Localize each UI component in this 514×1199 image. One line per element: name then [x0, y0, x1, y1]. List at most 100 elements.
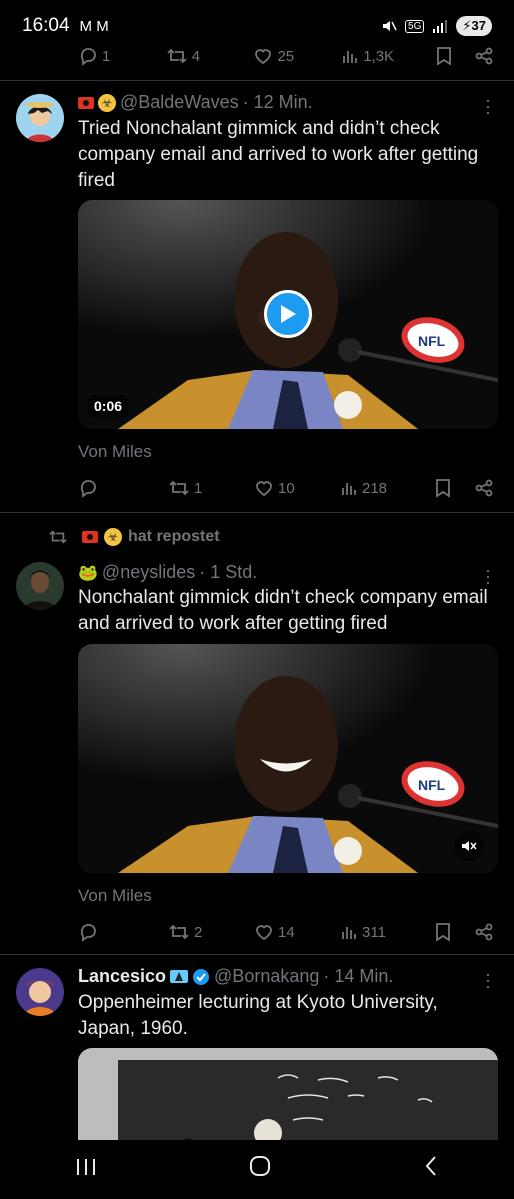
repost-count: 4: [191, 47, 201, 65]
back-icon: [425, 1156, 436, 1176]
repost-icon: [169, 480, 189, 496]
more-options-icon[interactable]: · · ·: [484, 91, 492, 121]
share-button[interactable]: [474, 478, 494, 498]
views-button[interactable]: 218: [340, 479, 434, 497]
mute-icon: [383, 21, 397, 31]
repost-button[interactable]: 4: [166, 46, 254, 66]
like-icon: [255, 49, 272, 65]
post-header: Lancesico @Bornakang · 14 Min.: [78, 966, 393, 987]
share-button[interactable]: [474, 46, 494, 66]
post-author-name[interactable]: Lancesico: [78, 966, 166, 987]
video-player[interactable]: NFL 0:06: [78, 200, 498, 429]
previous-post-actions: 1 4 25 1,3K: [78, 42, 494, 70]
media-source[interactable]: Von Miles: [78, 442, 152, 462]
battery-level: 37: [471, 18, 486, 33]
reply-icon: [80, 480, 96, 498]
like-button[interactable]: 10: [254, 478, 340, 498]
network-label: 5G: [405, 19, 425, 33]
views-icon: [342, 927, 356, 939]
albania-flag-icon: [82, 531, 98, 543]
views-button[interactable]: 311: [340, 923, 434, 941]
views-count: 311: [362, 923, 386, 941]
post-handle[interactable]: @Bornakang: [214, 966, 319, 987]
views-icon: [343, 51, 358, 63]
bookmark-button[interactable]: [434, 478, 464, 498]
share-button[interactable]: [474, 922, 494, 942]
verified-badge-icon: [193, 968, 210, 985]
post-text: Nonchalant gimmick didn’t check company …: [78, 587, 488, 634]
more-options-icon[interactable]: · · ·: [484, 965, 492, 995]
battery-indicator: ⚡37: [456, 16, 492, 36]
photo-thumbnail: [78, 1048, 498, 1148]
reply-button[interactable]: [78, 922, 168, 942]
recent-apps-button[interactable]: [75, 1156, 97, 1184]
reply-button[interactable]: [78, 478, 168, 498]
post-image[interactable]: [78, 1048, 498, 1148]
repost-icon: [167, 48, 187, 64]
divider: [0, 80, 514, 81]
like-count: 14: [278, 923, 295, 941]
muted-speaker-icon: [462, 841, 477, 851]
reply-button[interactable]: 1: [78, 46, 166, 66]
bookmark-icon: [436, 479, 450, 498]
reply-icon: [80, 48, 96, 66]
post-header: ☣ @BaldeWaves · 12 Min.: [78, 92, 313, 113]
like-button[interactable]: 14: [254, 922, 340, 942]
gmail-notification-icon: M M: [79, 17, 109, 35]
bookmark-button[interactable]: [434, 922, 464, 942]
like-count: 10: [278, 479, 295, 497]
avatar[interactable]: [16, 968, 64, 1016]
video-duration: 0:06: [88, 395, 129, 417]
share-icon: [475, 923, 493, 941]
home-icon: [249, 1156, 270, 1176]
share-icon: [475, 479, 493, 497]
repost-button[interactable]: 2: [168, 922, 254, 942]
repost-indicator: ☣ hat repostet: [48, 528, 220, 546]
like-button[interactable]: 25: [253, 46, 341, 66]
post-text: Oppenheimer lecturing at Kyoto Universit…: [78, 992, 438, 1039]
mute-button[interactable]: [454, 831, 484, 861]
albania-flag-icon: [78, 96, 94, 109]
play-button[interactable]: [264, 290, 312, 338]
like-icon: [256, 925, 272, 941]
post-text: Tried Nonchalant gimmick and didn’t chec…: [78, 118, 479, 191]
android-navigation-bar: [0, 1140, 514, 1199]
repost-label[interactable]: hat repostet: [128, 528, 220, 546]
views-icon: [342, 483, 356, 495]
video-thumbnail: NFL: [78, 644, 498, 873]
avatar[interactable]: [16, 562, 64, 610]
post-handle[interactable]: @BaldeWaves: [120, 92, 239, 113]
back-button[interactable]: [423, 1154, 439, 1185]
biohazard-emoji-icon: ☣: [98, 93, 116, 112]
svg-text:NFL: NFL: [418, 777, 446, 793]
repost-button[interactable]: 1: [168, 478, 254, 498]
post-time: · 12 Min.: [242, 92, 313, 112]
frog-emoji-icon: 🐸: [78, 564, 98, 582]
status-time: 16:04: [22, 15, 70, 36]
saint-lucia-flag-icon: [170, 970, 189, 983]
views-button[interactable]: 1,3K: [341, 47, 435, 65]
media-source[interactable]: Von Miles: [78, 886, 152, 906]
views-count: 218: [362, 479, 388, 497]
bookmark-button[interactable]: [435, 46, 464, 66]
reply-icon: [80, 924, 96, 942]
bookmark-icon: [436, 923, 450, 942]
like-icon: [256, 481, 272, 497]
post-handle[interactable]: @neyslides: [102, 562, 195, 583]
signal-icon: [433, 20, 448, 33]
play-icon: [281, 305, 296, 323]
views-count: 1,3K: [363, 47, 395, 65]
reply-count: 1: [102, 47, 111, 65]
repost-icon: [49, 530, 67, 544]
like-count: 25: [277, 47, 295, 65]
avatar[interactable]: [16, 94, 64, 142]
more-options-icon[interactable]: · · ·: [484, 561, 492, 591]
video-player[interactable]: NFL: [78, 644, 498, 873]
post-time: · 1 Std.: [199, 562, 258, 582]
bookmark-icon: [436, 47, 451, 66]
repost-count: 1: [194, 479, 203, 497]
post-time: · 14 Min.: [323, 966, 394, 986]
repost-icon: [169, 924, 189, 940]
home-button[interactable]: [248, 1154, 272, 1185]
divider: [0, 512, 514, 513]
